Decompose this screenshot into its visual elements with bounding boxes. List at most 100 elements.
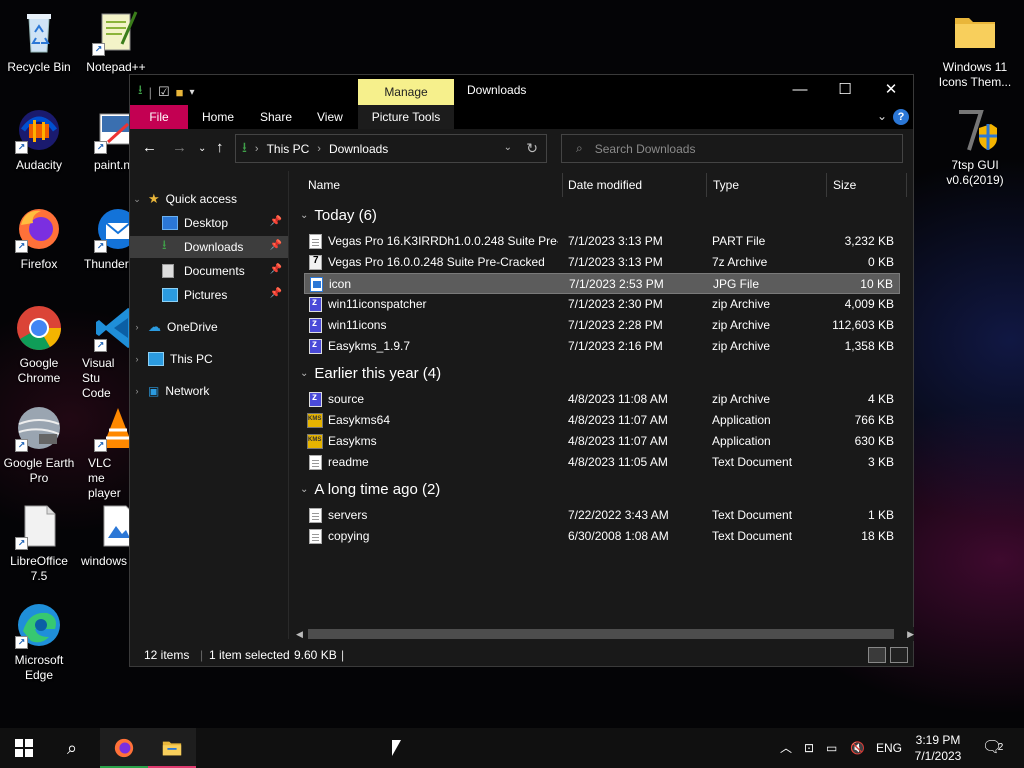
desktop-icon-notepad-plus-plus[interactable]: ↗ Notepad++: [78, 8, 154, 75]
properties-icon[interactable]: ☑: [158, 84, 170, 100]
tab-file[interactable]: File: [130, 105, 188, 129]
back-arrow-icon[interactable]: ←: [142, 139, 157, 156]
file-row[interactable]: copying 6/30/2008 1:08 AM Text Document …: [304, 526, 900, 547]
input-language[interactable]: ENG: [876, 728, 902, 768]
column-divider[interactable]: [562, 173, 563, 197]
desktop-icon-paint-net[interactable]: ↗ paint.n: [78, 106, 130, 173]
nav-quick-access[interactable]: ⌄ ★ Quick access: [130, 188, 288, 210]
breadcrumb-this-pc[interactable]: This PC: [267, 142, 310, 156]
pin-icon[interactable]: 📌: [270, 216, 282, 227]
new-folder-icon[interactable]: ■: [176, 85, 184, 100]
search-input[interactable]: [594, 141, 855, 156]
file-row-selected[interactable]: icon 7/1/2023 2:53 PM JPG File 10 KB: [304, 273, 900, 294]
desktop-icon-google-chrome[interactable]: Google Chrome: [1, 304, 77, 386]
customize-qat-icon[interactable]: ▾: [189, 87, 194, 98]
column-divider[interactable]: [906, 173, 907, 197]
manage-contextual-tab[interactable]: Manage: [358, 79, 454, 105]
desktop-icon-libreoffice[interactable]: ↗ LibreOffice 7.5: [1, 502, 77, 584]
notification-center-icon[interactable]: 🗨 2: [982, 728, 1012, 768]
search-button[interactable]: ⌕: [48, 728, 96, 768]
nav-this-pc[interactable]: › This PC: [130, 348, 288, 370]
chevron-down-icon[interactable]: ⌄: [130, 194, 144, 205]
nav-desktop[interactable]: Desktop 📌: [130, 212, 288, 234]
desktop-icon-recycle-bin[interactable]: Recycle Bin: [1, 8, 77, 75]
nav-network[interactable]: › ▣ Network: [130, 380, 288, 402]
desktop-icon-google-earth-pro[interactable]: ↗ Google Earth Pro: [1, 404, 77, 486]
group-header-today[interactable]: ⌄ Today (6): [300, 204, 377, 226]
breadcrumb-downloads[interactable]: Downloads: [329, 142, 388, 156]
group-header-a-long-time-ago[interactable]: ⌄ A long time ago (2): [300, 478, 440, 500]
column-divider[interactable]: [706, 173, 707, 197]
network-tray-icon[interactable]: ⊡: [804, 728, 814, 768]
file-row[interactable]: Easykms_1.9.7 7/1/2023 2:16 PM zip Archi…: [304, 336, 900, 357]
chevron-right-icon[interactable]: ›: [255, 143, 259, 155]
file-row[interactable]: win11iconspatcher 7/1/2023 2:30 PM zip A…: [304, 294, 900, 315]
column-header-size[interactable]: Size: [833, 175, 856, 199]
pin-icon[interactable]: 📌: [270, 264, 282, 275]
column-header-name[interactable]: Name: [308, 175, 340, 199]
minimize-button[interactable]: —: [777, 75, 823, 105]
desktop-icon-vlc[interactable]: ↗ VLC me player: [78, 404, 130, 501]
expand-ribbon-icon[interactable]: ⌄: [877, 109, 887, 123]
file-row[interactable]: Vegas Pro 16.K3IRRDh1.0.0.248 Suite Pre-…: [304, 231, 900, 252]
monitor-tray-icon[interactable]: ▭: [826, 728, 837, 768]
nav-downloads[interactable]: ⭳ Downloads 📌: [130, 236, 288, 258]
maximize-button[interactable]: ☐: [822, 75, 868, 105]
tab-view[interactable]: View: [303, 105, 357, 129]
horizontal-scrollbar[interactable]: ◀ ▶: [296, 627, 914, 641]
file-row[interactable]: source 4/8/2023 11:08 AM zip Archive 4 K…: [304, 389, 900, 410]
recent-locations-icon[interactable]: ⌄: [198, 143, 206, 154]
download-icon[interactable]: ⭳: [138, 81, 143, 103]
group-header-earlier-this-year[interactable]: ⌄ Earlier this year (4): [300, 362, 441, 384]
scroll-right-arrow-icon[interactable]: ▶: [907, 627, 914, 641]
large-icons-view-button[interactable]: [890, 647, 908, 663]
nav-pictures[interactable]: Pictures 📌: [130, 284, 288, 306]
file-row[interactable]: readme 4/8/2023 11:05 AM Text Document 3…: [304, 452, 900, 473]
chevron-right-icon[interactable]: ›: [130, 386, 144, 396]
column-header-type[interactable]: Type: [713, 175, 739, 199]
tab-share[interactable]: Share: [246, 105, 306, 129]
desktop-icon-windows-11-icons-theme[interactable]: Windows 11 Icons Them...: [936, 8, 1014, 90]
nav-documents[interactable]: Documents 📌: [130, 260, 288, 282]
address-bar[interactable]: ⭳ › This PC › Downloads ⌄ ↻: [235, 134, 547, 163]
desktop-icon-audacity[interactable]: ↗ Audacity: [1, 106, 77, 173]
pane-divider[interactable]: [288, 171, 289, 639]
nav-onedrive[interactable]: › ☁ OneDrive: [130, 316, 288, 338]
up-arrow-icon[interactable]: ↑: [216, 139, 224, 156]
chevron-down-icon[interactable]: ⌄: [300, 368, 308, 379]
search-box[interactable]: ⌕: [561, 134, 903, 163]
file-row[interactable]: win11icons 7/1/2023 2:28 PM zip Archive …: [304, 315, 900, 336]
refresh-icon[interactable]: ↻: [526, 140, 538, 157]
taskbar-file-explorer[interactable]: [148, 728, 196, 768]
column-header-date-modified[interactable]: Date modified: [568, 175, 642, 199]
pin-icon[interactable]: 📌: [270, 288, 282, 299]
details-view-button[interactable]: [868, 647, 886, 663]
file-row[interactable]: servers 7/22/2022 3:43 AM Text Document …: [304, 505, 900, 526]
close-button[interactable]: ✕: [868, 75, 914, 105]
file-row[interactable]: Vegas Pro 16.0.0.248 Suite Pre-Cracked 7…: [304, 252, 900, 273]
desktop-icon-microsoft-edge[interactable]: ↗ Microsoft Edge: [1, 601, 77, 683]
pin-icon[interactable]: 📌: [270, 240, 282, 251]
start-button[interactable]: [0, 728, 48, 768]
address-history-icon[interactable]: ⌄: [504, 142, 512, 153]
help-icon[interactable]: ?: [893, 109, 909, 125]
file-row[interactable]: Easykms 4/8/2023 11:07 AM Application 63…: [304, 431, 900, 452]
scrollbar-thumb[interactable]: [308, 629, 894, 639]
scroll-left-arrow-icon[interactable]: ◀: [296, 627, 303, 641]
forward-arrow-icon[interactable]: →: [172, 139, 187, 156]
show-hidden-icons-icon[interactable]: ︿: [780, 728, 792, 768]
chevron-right-icon[interactable]: ›: [130, 322, 144, 332]
desktop-icon-firefox[interactable]: ↗ Firefox: [1, 205, 77, 272]
column-divider[interactable]: [826, 173, 827, 197]
chevron-right-icon[interactable]: ›: [317, 143, 321, 155]
desktop-icon-7tsp-gui[interactable]: 7tsp GUI v0.6(2019): [936, 106, 1014, 188]
chevron-down-icon[interactable]: ⌄: [300, 484, 308, 495]
desktop-icon-visual-studio-code[interactable]: ↗ Visual Stu Code: [78, 304, 130, 401]
desktop-icon-windows-image[interactable]: windows: [78, 502, 130, 569]
taskbar-firefox[interactable]: [100, 728, 148, 768]
chevron-down-icon[interactable]: ⌄: [300, 210, 308, 221]
volume-muted-icon[interactable]: 🔇: [850, 728, 865, 768]
tab-picture-tools[interactable]: Picture Tools: [358, 105, 454, 129]
file-row[interactable]: Easykms64 4/8/2023 11:07 AM Application …: [304, 410, 900, 431]
tab-home[interactable]: Home: [188, 105, 248, 129]
